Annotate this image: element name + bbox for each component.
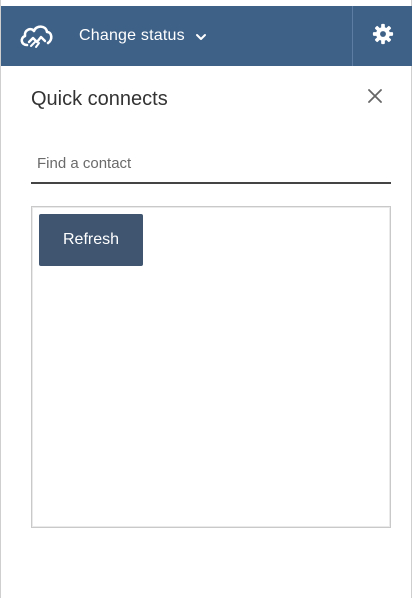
close-icon[interactable] (365, 86, 385, 106)
change-status-button[interactable]: Change status (71, 6, 215, 66)
refresh-button[interactable]: Refresh (39, 214, 143, 266)
settings-button[interactable] (352, 6, 412, 66)
quick-connects-list: Refresh (31, 206, 391, 528)
ccp-window: Change status Quick connects Find a cont… (0, 0, 412, 598)
top-bar: Change status (1, 6, 412, 66)
panel-title: Quick connects (31, 88, 168, 110)
gear-icon (372, 23, 394, 50)
chevron-down-icon (195, 30, 207, 42)
change-status-label: Change status (79, 27, 185, 44)
cloud-handshake-icon[interactable] (19, 21, 53, 51)
find-contact-input[interactable] (31, 144, 391, 184)
